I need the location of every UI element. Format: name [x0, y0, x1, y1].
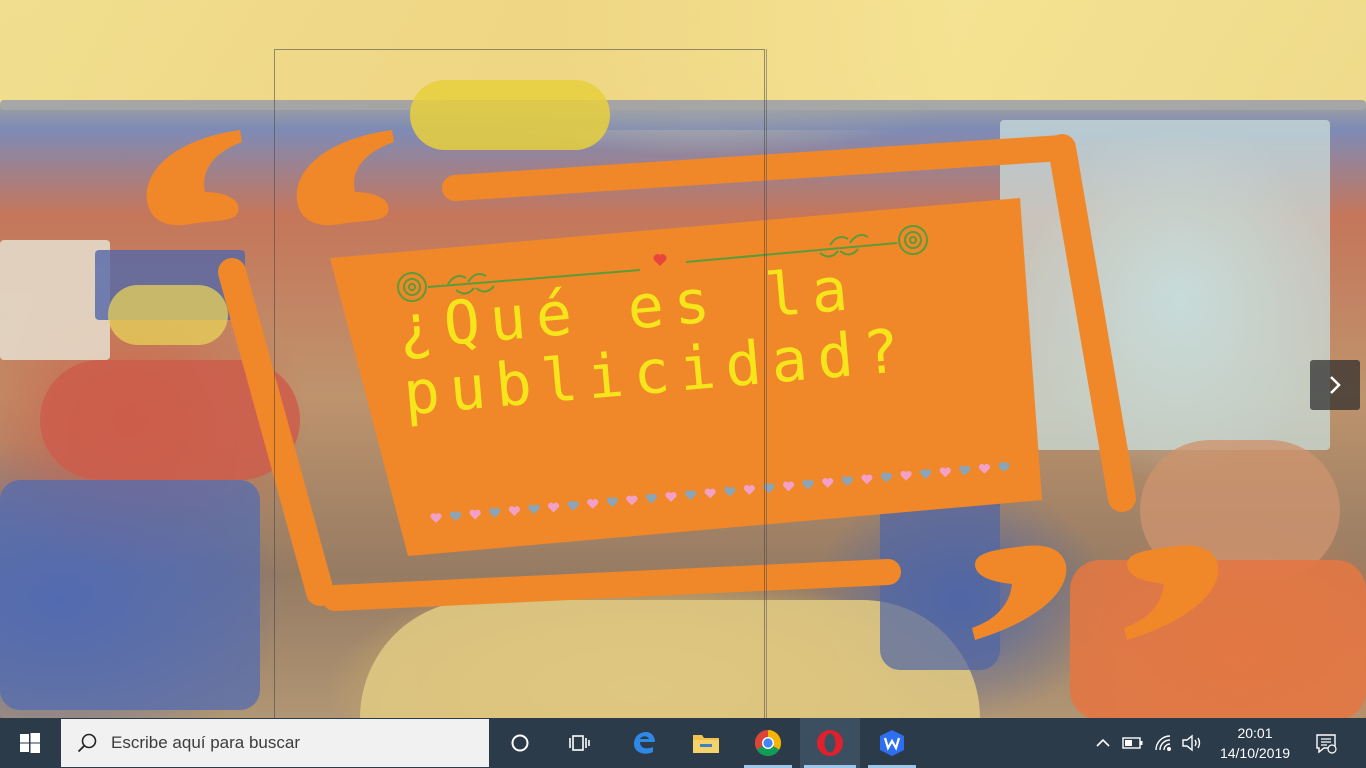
volume-button[interactable] — [1180, 718, 1204, 768]
edge-icon — [634, 732, 655, 754]
search-input[interactable]: Escribe aquí para buscar — [61, 719, 489, 767]
cortana-icon — [511, 734, 529, 752]
clock-time: 20:01 — [1237, 725, 1273, 741]
clock[interactable]: 20:01 14/10/2019 — [1210, 721, 1300, 765]
chrome-button[interactable] — [738, 718, 798, 768]
opera-icon — [817, 730, 843, 756]
chrome-icon — [754, 729, 782, 757]
edge-button[interactable] — [614, 718, 674, 768]
speaker-icon — [1182, 734, 1201, 752]
wps-icon — [880, 730, 904, 756]
search-icon — [77, 733, 97, 753]
file-explorer-icon — [693, 735, 719, 753]
opera-button[interactable] — [800, 718, 860, 768]
task-view-icon — [569, 735, 590, 751]
action-center-button[interactable] — [1306, 718, 1346, 768]
chevron-right-icon — [1330, 376, 1341, 394]
cortana-button[interactable] — [490, 718, 550, 768]
close-quote-icon — [972, 545, 1219, 640]
windows-icon — [20, 733, 40, 753]
wps-button[interactable] — [862, 718, 922, 768]
notification-icon — [1316, 734, 1337, 754]
battery-icon — [1122, 737, 1143, 749]
network-button[interactable] — [1152, 718, 1176, 768]
search-placeholder: Escribe aquí para buscar — [111, 733, 300, 752]
wifi-icon — [1155, 735, 1171, 751]
taskbar: Escribe aquí para buscar 20:01 14/10/201… — [0, 718, 1366, 768]
file-explorer-button[interactable] — [676, 718, 736, 768]
show-hidden-icons-button[interactable] — [1092, 718, 1114, 768]
next-slide-button[interactable] — [1310, 360, 1360, 410]
slide-canvas: ¿Qué es la publicidad? — [0, 0, 1366, 718]
task-view-button[interactable] — [550, 718, 610, 768]
clock-date: 14/10/2019 — [1219, 745, 1291, 761]
battery-button[interactable] — [1120, 718, 1146, 768]
start-button[interactable] — [0, 718, 60, 768]
chevron-up-icon — [1096, 738, 1110, 747]
